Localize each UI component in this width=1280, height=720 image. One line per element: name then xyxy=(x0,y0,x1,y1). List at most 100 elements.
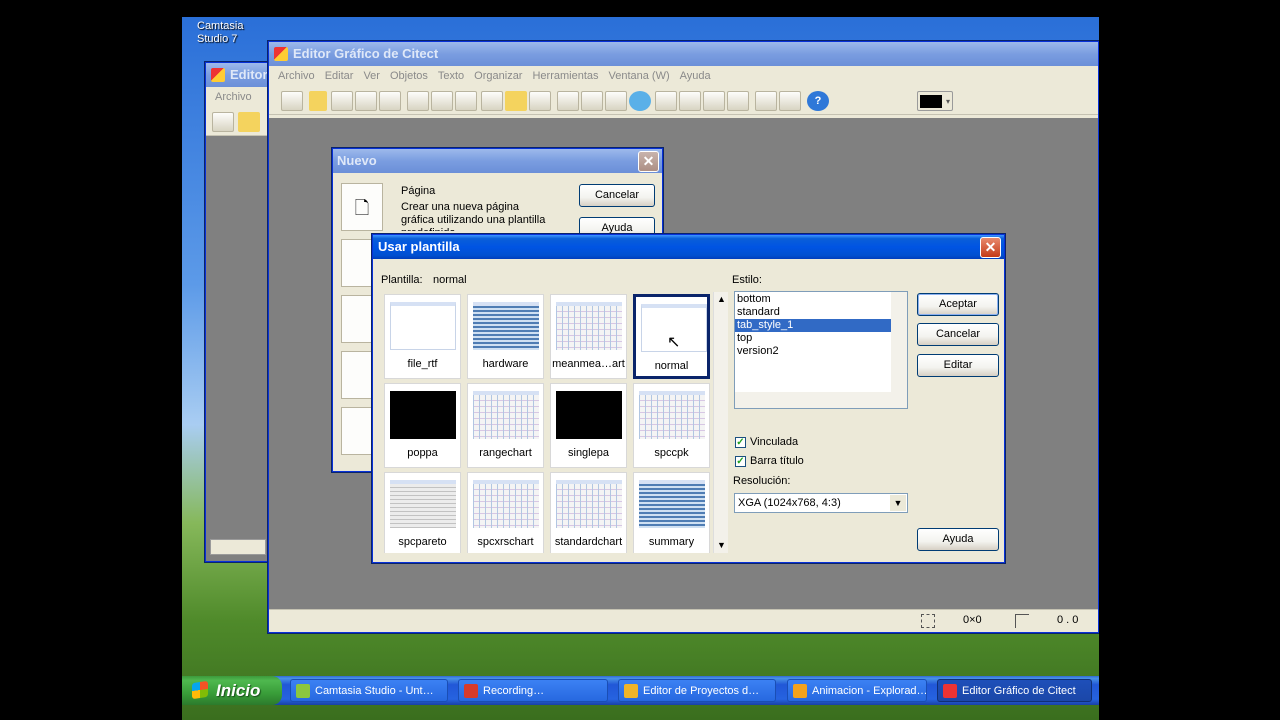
list-icon[interactable] xyxy=(379,91,401,111)
help-icon[interactable]: ? xyxy=(807,91,829,111)
usar-plantilla-title: Usar plantilla xyxy=(378,239,460,254)
main-editor-titlebar[interactable]: Editor Gráfico de Citect xyxy=(269,42,1098,66)
style-hscroll[interactable] xyxy=(735,392,907,408)
back-editor-toolbar xyxy=(206,108,268,136)
open-folder-icon[interactable] xyxy=(505,91,527,111)
usar-plantilla-titlebar[interactable]: Usar plantilla ✕ xyxy=(373,235,1004,259)
menu-item-ver[interactable]: Ver xyxy=(363,66,380,87)
cut-icon[interactable] xyxy=(557,91,579,111)
nuevo-close-button[interactable]: ✕ xyxy=(638,151,659,172)
back-editor-titlebar[interactable]: Editor xyxy=(206,63,268,87)
nuevo-titlebar[interactable]: Nuevo ✕ xyxy=(333,149,662,173)
template-thumb[interactable]: singlepa xyxy=(550,383,627,468)
new-page-icon[interactable] xyxy=(309,91,327,111)
start-button[interactable]: Inicio xyxy=(182,676,282,705)
template-icon[interactable] xyxy=(431,91,453,111)
taskbar-button[interactable]: Recording… xyxy=(458,679,608,702)
menu-item-texto[interactable]: Texto xyxy=(438,66,464,87)
new-page-type-button[interactable]: 🗋 xyxy=(341,183,383,231)
document-icon[interactable] xyxy=(407,91,429,111)
vinculada-checkbox[interactable]: ✓ xyxy=(735,437,746,448)
copy-icon[interactable] xyxy=(355,91,377,111)
camtasia-desktop-label[interactable]: Camtasia Studio 7 xyxy=(197,20,243,46)
menu-item-herramientas[interactable]: Herramientas xyxy=(532,66,598,87)
scroll-down-icon[interactable]: ▼ xyxy=(714,538,729,553)
taskbar-button[interactable]: Editor de Proyectos d… xyxy=(618,679,776,702)
scroll-up-icon[interactable]: ▲ xyxy=(714,292,729,307)
paste-icon[interactable] xyxy=(605,91,627,111)
edit-button[interactable]: Editar xyxy=(917,354,999,377)
template-thumb[interactable]: summary xyxy=(633,472,710,553)
template-preview xyxy=(473,302,539,350)
template-gallery: file_rtf hardware meanmea…art normal poppa ra… xyxy=(381,291,710,553)
template-thumb[interactable]: meanmea…art xyxy=(550,294,627,379)
menu-item-objetos[interactable]: Objetos xyxy=(390,66,428,87)
template-thumb[interactable]: spccpk xyxy=(633,383,710,468)
resolution-select[interactable]: XGA (1024x768, 4:3) ▼ xyxy=(734,493,908,513)
template-thumb[interactable]: spcxrschart xyxy=(467,472,544,553)
gallery-scrollbar[interactable]: ▲ ▼ xyxy=(713,292,728,553)
template-preview xyxy=(390,391,456,439)
style-label: Estilo: xyxy=(732,274,762,286)
align-right-icon[interactable] xyxy=(679,91,701,111)
style-list-item[interactable]: version2 xyxy=(735,345,891,358)
monitor-icon[interactable] xyxy=(212,112,234,132)
template-label: singlepa xyxy=(568,447,609,459)
taskbar-button[interactable]: Editor Gráfico de Citect xyxy=(937,679,1092,702)
copy2-icon[interactable] xyxy=(581,91,603,111)
template-preview xyxy=(556,480,622,528)
align-bottom-icon[interactable] xyxy=(727,91,749,111)
menu-item-organizar[interactable]: Organizar xyxy=(474,66,522,87)
citect-app-icon xyxy=(274,47,288,61)
menu-item-archivo[interactable]: Archivo xyxy=(278,66,315,87)
undo-icon[interactable] xyxy=(629,91,651,111)
chevron-down-icon: ▾ xyxy=(945,97,950,106)
chevron-down-icon[interactable]: ▼ xyxy=(890,495,906,511)
style-vscroll[interactable] xyxy=(891,292,907,392)
align-left-icon[interactable] xyxy=(655,91,677,111)
usar-plantilla-close-button[interactable]: ✕ xyxy=(980,237,1001,258)
style-list-item[interactable]: bottom xyxy=(735,293,891,306)
monitor-icon[interactable] xyxy=(281,91,303,111)
usar-plantilla-dialog: Usar plantilla ✕ Plantilla: normal file_… xyxy=(372,234,1005,563)
template-thumb[interactable]: poppa xyxy=(384,383,461,468)
ungroup-icon[interactable] xyxy=(779,91,801,111)
taskbar-button[interactable]: Camtasia Studio - Unt… xyxy=(290,679,448,702)
menu-item-editar[interactable]: Editar xyxy=(325,66,354,87)
color-picker[interactable]: ▾ xyxy=(917,91,953,111)
template-preview xyxy=(390,480,456,528)
menu-item-ventana-w[interactable]: Ventana (W) xyxy=(609,66,670,87)
status-size: 0×0 xyxy=(963,614,982,626)
folder-icon[interactable] xyxy=(238,112,260,132)
style-list-item[interactable]: tab_style_1 xyxy=(735,319,891,332)
cancel-button[interactable]: Cancelar xyxy=(917,323,999,346)
template-label: poppa xyxy=(407,447,438,459)
template-label: Plantilla: xyxy=(381,274,423,286)
template-thumb[interactable]: rangechart xyxy=(467,383,544,468)
camtasia-label-line2: Studio 7 xyxy=(197,33,238,45)
nuevo-cancel-button[interactable]: Cancelar xyxy=(579,184,655,207)
menu-item-ayuda[interactable]: Ayuda xyxy=(680,66,711,87)
color-swatch xyxy=(920,95,942,108)
barra-titulo-checkbox[interactable]: ✓ xyxy=(735,456,746,467)
taskbar-button[interactable]: Animacion - Explorad… xyxy=(787,679,927,702)
print-icon[interactable] xyxy=(455,91,477,111)
back-menu-archivo[interactable]: Archivo xyxy=(215,87,252,108)
template-thumb[interactable]: standardchart xyxy=(550,472,627,553)
library-icon[interactable] xyxy=(331,91,353,111)
save-icon[interactable] xyxy=(529,91,551,111)
align-top-icon[interactable] xyxy=(703,91,725,111)
template-label: spcxrschart xyxy=(477,536,534,548)
template-thumb[interactable]: spcpareto xyxy=(384,472,461,553)
template-label: file_rtf xyxy=(407,358,438,370)
style-listbox[interactable]: bottom standard tab_style_1 top version2 xyxy=(734,291,908,409)
template-thumb[interactable]: hardware xyxy=(467,294,544,379)
template-thumb[interactable]: file_rtf xyxy=(384,294,461,379)
style-list-item[interactable]: top xyxy=(735,332,891,345)
style-list-item[interactable]: standard xyxy=(735,306,891,319)
main-editor-title: Editor Gráfico de Citect xyxy=(293,46,439,61)
accept-button[interactable]: Aceptar xyxy=(917,293,999,316)
help-button[interactable]: Ayuda xyxy=(917,528,999,551)
group-icon[interactable] xyxy=(755,91,777,111)
new-icon[interactable] xyxy=(481,91,503,111)
